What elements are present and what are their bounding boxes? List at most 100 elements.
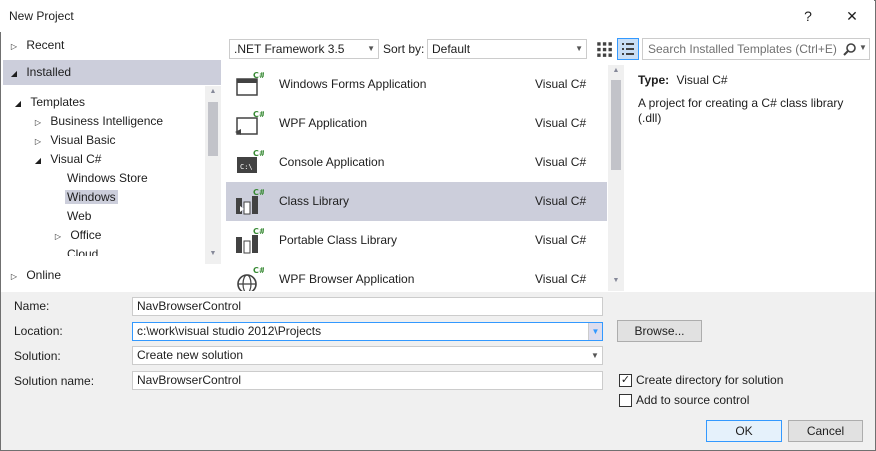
solution-name-value: NavBrowserControl <box>137 373 242 387</box>
name-label: Name: <box>14 299 50 313</box>
tree-item-label: Web <box>67 209 92 223</box>
search-options-chevron-icon[interactable]: ▼ <box>859 43 867 52</box>
template-row[interactable]: C# Class Library Visual C# <box>226 182 607 221</box>
template-language: Visual C# <box>535 116 587 130</box>
solution-name-input[interactable]: NavBrowserControl <box>132 371 603 390</box>
list-view-icon <box>622 43 634 55</box>
sort-dropdown[interactable]: Default ▼ <box>427 39 587 59</box>
tree-item-label: Visual Basic <box>50 133 116 147</box>
help-button[interactable]: ? <box>795 4 821 28</box>
title-bar: New Project ? ✕ <box>0 0 874 32</box>
scroll-up-icon[interactable]: ▲ <box>608 67 624 74</box>
tree-item-office[interactable]: ▷ Office <box>52 226 102 246</box>
template-language: Visual C# <box>535 155 587 169</box>
class-library-icon: C# <box>236 188 264 215</box>
tree-item-templates[interactable]: ◢ Templates <box>12 93 85 112</box>
close-button[interactable]: ✕ <box>839 4 865 28</box>
tree-item-online[interactable]: ▷ Online <box>8 266 61 285</box>
name-value: NavBrowserControl <box>137 299 242 313</box>
sort-label: Sort by: <box>383 42 425 56</box>
tree-item-installed[interactable]: ◢ Installed <box>8 63 71 82</box>
template-row[interactable]: C# Windows Forms Application Visual C# <box>226 65 607 104</box>
collapse-arrow-icon[interactable]: ◢ <box>32 151 44 170</box>
name-input[interactable]: NavBrowserControl <box>132 297 603 316</box>
template-language: Visual C# <box>535 77 587 91</box>
template-scroll-thumb[interactable] <box>611 80 621 170</box>
scroll-down-icon[interactable]: ▼ <box>205 250 221 257</box>
browse-button[interactable]: Browse... <box>617 320 702 342</box>
cancel-button[interactable]: Cancel <box>788 420 863 442</box>
ok-button[interactable]: OK <box>706 420 782 442</box>
tree-item-label: Cloud <box>67 247 99 256</box>
source-control-label: Add to source control <box>636 393 750 407</box>
expand-arrow-icon[interactable]: ▷ <box>52 227 64 246</box>
tree-item-label: Windows <box>65 190 118 204</box>
dialog-title: New Project <box>9 9 74 23</box>
sort-value: Default <box>432 42 471 56</box>
tree-item-web[interactable]: Web <box>67 207 91 226</box>
solution-label: Solution: <box>14 349 61 363</box>
collapse-arrow-icon[interactable]: ◢ <box>8 64 20 83</box>
csharp-badge-icon: C# <box>253 110 264 119</box>
template-language: Visual C# <box>535 233 587 247</box>
wpf-icon: C# <box>235 110 264 135</box>
windows-forms-icon: C# <box>236 71 264 96</box>
chevron-down-icon: ▼ <box>367 44 375 53</box>
location-input[interactable]: c:\work\visual studio 2012\Projects ▼ <box>132 322 603 341</box>
template-row[interactable]: C# WPF Application Visual C# <box>226 104 607 143</box>
svg-text:C:\: C:\ <box>240 163 253 171</box>
expand-arrow-icon[interactable]: ▷ <box>8 267 20 286</box>
expand-arrow-icon[interactable]: ▷ <box>8 37 20 56</box>
chevron-down-icon[interactable]: ▼ <box>588 323 602 340</box>
tree-item-visual-basic[interactable]: ▷ Visual Basic <box>32 131 116 150</box>
search-icon[interactable] <box>843 42 857 56</box>
template-name: Class Library <box>279 194 350 208</box>
solution-value: Create new solution <box>137 348 244 362</box>
tree-item-cloud[interactable]: Cloud <box>67 245 98 256</box>
framework-value: .NET Framework 3.5 <box>234 42 345 56</box>
csharp-badge-icon: C# <box>253 266 264 275</box>
source-control-checkbox[interactable] <box>619 394 632 407</box>
list-view-button[interactable] <box>617 38 639 60</box>
expand-arrow-icon[interactable]: ▷ <box>32 132 44 151</box>
tree-item-windows[interactable]: Windows <box>65 188 118 207</box>
template-name: WPF Browser Application <box>279 272 415 286</box>
template-row[interactable]: C:\C# Console Application Visual C# <box>226 143 607 182</box>
tree-item-label: Office <box>70 228 102 242</box>
tree-item-visual-csharp[interactable]: ◢ Visual C# <box>32 150 102 170</box>
location-label: Location: <box>14 324 63 338</box>
tree-item-recent[interactable]: ▷ Recent <box>8 36 64 55</box>
tree-item-label: Visual C# <box>50 152 102 166</box>
tree-item-label: Templates <box>30 95 86 109</box>
solution-dropdown[interactable]: Create new solution ▼ <box>132 346 603 365</box>
csharp-badge-icon: C# <box>253 149 264 158</box>
template-language: Visual C# <box>535 194 587 208</box>
template-name: Portable Class Library <box>279 233 398 247</box>
search-templates-input[interactable]: Search Installed Templates (Ctrl+E) <box>642 38 870 60</box>
tree-item-label: Installed <box>26 65 72 79</box>
create-directory-label: Create directory for solution <box>636 373 784 387</box>
expand-arrow-icon[interactable]: ▷ <box>32 113 44 132</box>
template-row[interactable]: C# WPF Browser Application Visual C# <box>226 260 607 291</box>
framework-dropdown[interactable]: .NET Framework 3.5 ▼ <box>229 39 379 59</box>
chevron-down-icon: ▼ <box>575 44 583 53</box>
type-label: Type: <box>638 73 670 87</box>
scroll-down-icon[interactable]: ▼ <box>608 277 624 284</box>
tree-item-business-intelligence[interactable]: ▷ Business Intelligence <box>32 112 163 131</box>
portable-class-library-icon: C# <box>236 227 264 254</box>
grid-view-icon[interactable] <box>595 40 613 58</box>
template-description: A project for creating a C# class librar… <box>638 96 844 125</box>
collapse-arrow-icon[interactable]: ◢ <box>12 94 24 113</box>
template-name: Console Application <box>279 155 385 169</box>
template-name: WPF Application <box>279 116 368 130</box>
template-name: Windows Forms Application <box>279 77 427 91</box>
template-list: C# Windows Forms Application Visual C# C# WP… <box>226 65 608 291</box>
tree-item-windows-store[interactable]: Windows Store <box>67 169 148 188</box>
tree-item-label: Windows Store <box>67 171 148 185</box>
template-row[interactable]: C# Portable Class Library Visual C# <box>226 221 607 260</box>
tree-scroll-thumb[interactable] <box>208 102 218 156</box>
csharp-badge-icon: C# <box>253 227 264 236</box>
create-directory-checkbox[interactable]: ✓ <box>619 374 632 387</box>
csharp-badge-icon: C# <box>253 188 264 197</box>
scroll-up-icon[interactable]: ▲ <box>205 88 221 95</box>
